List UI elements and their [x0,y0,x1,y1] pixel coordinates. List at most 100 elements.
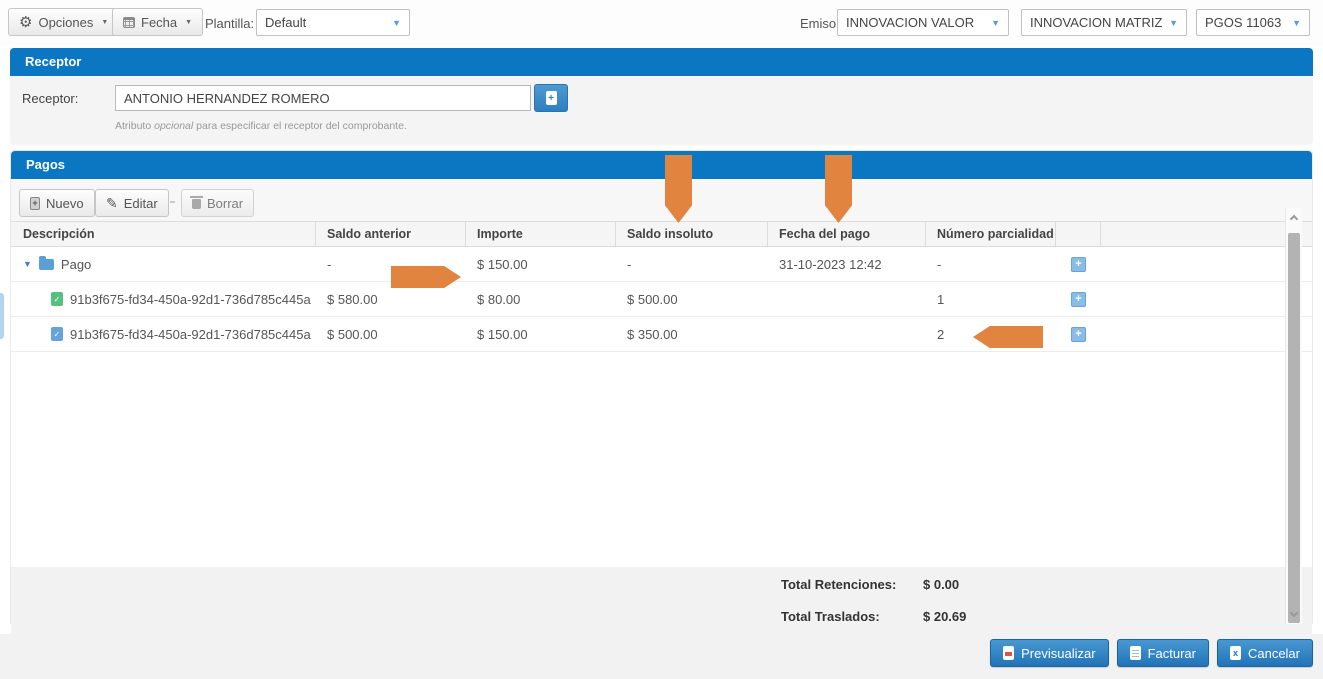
row-fecha-del-pago: 31-10-2023 12:42 [768,247,926,281]
editar-button[interactable]: ✎ Editar [95,189,169,217]
total-retenciones-label: Total Retenciones: [781,577,923,592]
expand-plus-icon[interactable]: + [1071,292,1086,307]
row-fecha-del-pago [768,282,926,316]
sucursal-value: INNOVACION MATRIZ [1030,15,1162,30]
invoice-document-icon [1130,646,1141,660]
row-importe: $ 150.00 [466,247,616,281]
chevron-down-icon: ▼ [185,19,192,26]
chevron-down-icon: ▼ [101,19,108,26]
emisor-select[interactable]: INNOVACION VALOR ▼ [837,9,1009,36]
serie-value: PGOS 11063 [1205,15,1281,30]
row-saldo-insoluto: $ 350.00 [616,317,768,351]
table-row[interactable]: ✓ 91b3f675-fd34-450a-92d1-736d785c445a $… [11,282,1312,317]
top-toolbar: ⚙ Opciones ▼ Fecha ▼ Plantilla: Default … [0,0,1323,46]
cancelar-label: Cancelar [1248,646,1300,661]
nuevo-button[interactable]: Nuevo [19,189,95,217]
chevron-down-icon: ▼ [392,18,401,28]
chevron-down-icon: ▼ [991,18,1000,28]
row-fecha-del-pago [768,317,926,351]
opciones-button[interactable]: ⚙ Opciones ▼ [8,8,119,36]
total-traslados-row: Total Traslados: $ 20.69 [781,609,966,624]
receptor-input[interactable] [115,85,531,111]
document-plus-icon [546,91,557,105]
fecha-button[interactable]: Fecha ▼ [112,8,203,36]
row-descripcion: Pago [61,257,91,272]
plantilla-select[interactable]: Default ▼ [256,9,410,36]
row-importe: $ 150.00 [466,317,616,351]
opciones-label: Opciones [38,15,93,30]
table-row[interactable]: ✓ 91b3f675-fd34-450a-92d1-736d785c445a $… [11,317,1312,352]
editar-label: Editar [124,196,158,211]
pdf-document-icon [1003,646,1014,660]
folder-icon [39,259,54,270]
total-retenciones-value: $ 0.00 [923,577,959,592]
row-saldo-insoluto: $ 500.00 [616,282,768,316]
receptor-panel-body: Receptor: Atributo opcional para especif… [10,76,1313,145]
previsualizar-label: Previsualizar [1021,646,1095,661]
column-header-fecha-del-pago[interactable]: Fecha del pago [768,222,926,246]
footer-buttons: Previsualizar Facturar Cancelar [990,639,1313,667]
borrar-button[interactable]: Borrar [181,189,254,217]
pagos-panel-body: Nuevo ✎ Editar Borrar Descripción Saldo … [11,179,1312,625]
row-numero-parcialidad: - [926,247,1056,281]
scrollbar-thumb[interactable] [1288,233,1300,623]
total-traslados-value: $ 20.69 [923,609,966,624]
receptor-panel-header: Receptor [10,48,1313,76]
borrar-label: Borrar [207,196,243,211]
column-header-importe[interactable]: Importe [466,222,616,246]
pagos-panel: Pagos Nuevo ✎ Editar Borrar [10,150,1313,626]
column-header-saldo-anterior[interactable]: Saldo anterior [316,222,466,246]
invoice-capture-page: ⚙ Opciones ▼ Fecha ▼ Plantilla: Default … [0,0,1323,679]
expand-plus-icon[interactable]: + [1071,257,1086,272]
row-descripcion: 91b3f675-fd34-450a-92d1-736d785c445a [70,327,311,342]
row-numero-parcialidad: 1 [926,282,1056,316]
gear-icon: ⚙ [19,15,32,30]
row-saldo-insoluto: - [616,247,768,281]
plantilla-value: Default [265,15,306,30]
serie-select[interactable]: PGOS 11063 ▼ [1196,9,1310,36]
fecha-label: Fecha [141,15,177,30]
facturar-label: Facturar [1148,646,1196,661]
column-header-numero-parcialidad[interactable]: Número parcialidad [926,222,1056,246]
chevron-down-icon: ▼ [1292,18,1301,28]
trash-icon [192,199,201,209]
row-saldo-anterior: $ 500.00 [316,317,466,351]
nuevo-label: Nuevo [46,196,84,211]
emisor-label: Emisor [800,0,840,46]
row-descripcion: 91b3f675-fd34-450a-92d1-736d785c445a [70,292,311,307]
total-retenciones-row: Total Retenciones: $ 0.00 [781,577,959,592]
expand-caret-icon[interactable]: ▼ [23,259,32,269]
column-header-saldo-insoluto[interactable]: Saldo insoluto [616,222,768,246]
hint-text: para especificar el receptor del comprob… [193,120,407,132]
document-check-blue-icon: ✓ [51,327,63,341]
total-traslados-label: Total Traslados: [781,609,923,624]
cancel-document-icon [1230,646,1241,660]
pagos-panel-header: Pagos [11,151,1312,179]
calendar-icon [123,17,135,28]
sucursal-select[interactable]: INNOVACION MATRIZ ▼ [1021,9,1187,36]
hint-italic-text: opcional [154,120,193,132]
table-row[interactable]: ▼ Pago - $ 150.00 - 31-10-2023 12:42 - + [11,247,1312,282]
footer-bar: Previsualizar Facturar Cancelar [0,634,1323,679]
plantilla-label: Plantilla: [205,0,254,46]
chevron-down-icon: ▼ [1169,18,1178,28]
side-panel-handle[interactable] [0,293,4,339]
pagos-toolbar: Nuevo ✎ Editar Borrar [11,179,1312,221]
cancelar-button[interactable]: Cancelar [1217,639,1313,667]
emisor-value: INNOVACION VALOR [846,15,974,30]
receptor-hint: Atributo opcional para especificar el re… [115,120,407,132]
receptor-panel: Receptor Receptor: Atributo opcional par… [10,48,1313,145]
column-header-descripcion[interactable]: Descripción [11,222,316,246]
previsualizar-button[interactable]: Previsualizar [990,639,1108,667]
receptor-field-label: Receptor: [22,91,78,106]
scroll-up-icon[interactable] [1290,215,1298,223]
expand-plus-icon[interactable]: + [1071,327,1086,342]
facturar-button[interactable]: Facturar [1117,639,1209,667]
document-plus-icon [30,197,40,210]
column-header-actions [1056,222,1101,246]
hint-text: Atributo [115,120,154,132]
document-check-green-icon: ✓ [51,292,63,306]
vertical-scrollbar[interactable] [1285,208,1302,624]
add-receptor-button[interactable] [534,84,568,112]
row-importe: $ 80.00 [466,282,616,316]
